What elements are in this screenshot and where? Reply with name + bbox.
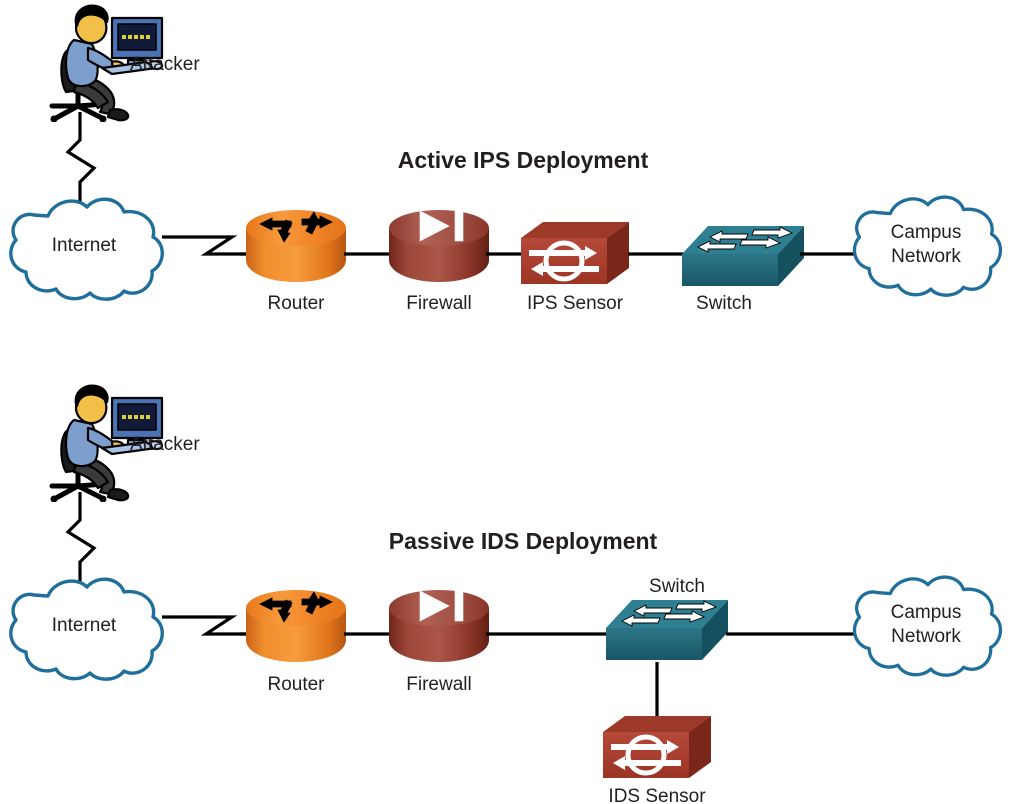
ips-sensor-icon-top bbox=[521, 222, 629, 284]
campus-label-line2-bottom: Network bbox=[891, 626, 961, 647]
firewall-icon-bottom bbox=[388, 589, 490, 663]
link-internet-router-top bbox=[162, 235, 246, 256]
switch-label-bottom: Switch bbox=[649, 576, 705, 597]
section-passive-ids: Attacker Internet Router Firewall Switch bbox=[9, 386, 1003, 804]
firewall-label-top: Firewall bbox=[406, 293, 471, 314]
firewall-icon-top bbox=[388, 209, 490, 283]
link-internet-router-bottom bbox=[162, 615, 246, 636]
ips-sensor-label-top: IPS Sensor bbox=[527, 293, 624, 314]
internet-label-bottom: Internet bbox=[52, 615, 117, 636]
ids-sensor-icon-bottom bbox=[603, 716, 711, 778]
switch-label-top: Switch bbox=[696, 293, 752, 314]
section-title-active-ips: Active IPS Deployment bbox=[398, 147, 649, 173]
router-label-bottom: Router bbox=[267, 674, 325, 695]
diagram-canvas: Attacker Internet Router Firewall IPS Se… bbox=[9, 0, 1003, 804]
campus-label-line1-bottom: Campus bbox=[891, 602, 962, 623]
link-attacker-internet-bottom bbox=[65, 492, 97, 586]
network-diagram: Attacker Internet Router Firewall IPS Se… bbox=[0, 0, 1010, 804]
section-title-passive-ids: Passive IDS Deployment bbox=[389, 528, 658, 554]
ids-sensor-label-bottom: IDS Sensor bbox=[608, 786, 706, 804]
router-label-top: Router bbox=[267, 293, 325, 314]
internet-label-top: Internet bbox=[52, 235, 117, 256]
campus-label-line2-top: Network bbox=[891, 246, 961, 267]
section-active-ips: Attacker Internet Router Firewall IPS Se… bbox=[9, 6, 1003, 314]
firewall-label-bottom: Firewall bbox=[406, 674, 471, 695]
link-attacker-internet-top bbox=[65, 112, 97, 206]
switch-icon-bottom bbox=[605, 599, 729, 661]
attacker-label-bottom: Attacker bbox=[130, 434, 200, 455]
router-icon-top bbox=[245, 209, 347, 283]
attacker-label-top: Attacker bbox=[130, 54, 200, 75]
campus-label-line1-top: Campus bbox=[891, 222, 962, 243]
switch-icon-top bbox=[681, 225, 805, 287]
router-icon-bottom bbox=[245, 589, 347, 663]
